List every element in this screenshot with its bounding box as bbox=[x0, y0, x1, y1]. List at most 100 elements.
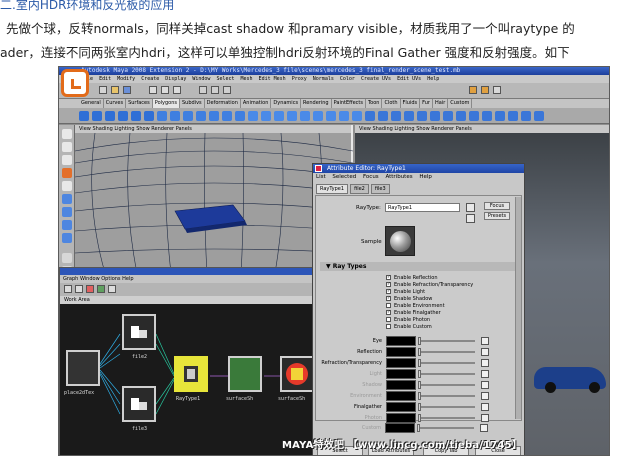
menu-item[interactable]: Create UVs bbox=[361, 76, 391, 82]
uv-editor-icon[interactable] bbox=[495, 111, 505, 121]
color-swatch[interactable] bbox=[385, 423, 415, 433]
color-swatch[interactable] bbox=[386, 358, 416, 368]
viewport-menu-item[interactable]: Shading bbox=[92, 126, 112, 132]
shelf-tab-deformation[interactable]: Deformation bbox=[205, 99, 241, 108]
snap-point-icon[interactable] bbox=[223, 86, 231, 94]
smooth-icon[interactable] bbox=[261, 111, 271, 121]
viewport-menu-item[interactable]: Show bbox=[136, 126, 150, 132]
poly-torus-icon[interactable] bbox=[144, 111, 154, 121]
map-texture-button[interactable] bbox=[481, 348, 489, 356]
attr-menu-item[interactable]: Help bbox=[419, 174, 432, 180]
map-texture-button[interactable] bbox=[480, 424, 488, 432]
checkbox-enable-refraction[interactable]: ✓ Enable Refraction/Transparency bbox=[386, 282, 473, 289]
ipr-render-icon[interactable] bbox=[481, 86, 489, 94]
menu-item[interactable]: Mesh bbox=[241, 76, 253, 82]
attr-menu-item[interactable]: Focus bbox=[363, 174, 379, 180]
combine-icon[interactable] bbox=[222, 111, 232, 121]
viewport-menu-item[interactable]: View bbox=[79, 126, 91, 132]
menu-item[interactable]: Normals bbox=[313, 76, 334, 82]
presets-button[interactable]: Presets bbox=[484, 212, 510, 220]
delete-edge-icon[interactable] bbox=[430, 111, 440, 121]
slider-track[interactable] bbox=[419, 340, 475, 342]
reverse-normals-icon[interactable] bbox=[521, 111, 531, 121]
poly-cube-icon[interactable] bbox=[92, 111, 102, 121]
slider-handle[interactable] bbox=[418, 403, 421, 411]
shelf-tab-fur[interactable]: Fur bbox=[420, 99, 433, 108]
poly-cone-icon[interactable] bbox=[118, 111, 128, 121]
attr-menu-item[interactable]: Attributes bbox=[385, 174, 412, 180]
snap-grid-icon[interactable] bbox=[199, 86, 207, 94]
bridge-icon[interactable] bbox=[313, 111, 323, 121]
shelf-tab-fluids[interactable]: Fluids bbox=[401, 99, 421, 108]
insert-edge-loop-icon[interactable] bbox=[365, 111, 375, 121]
mirror-icon[interactable] bbox=[287, 111, 297, 121]
extract-icon[interactable] bbox=[248, 111, 258, 121]
menu-item[interactable]: Create bbox=[141, 76, 159, 82]
place2dtexture-node[interactable] bbox=[66, 350, 100, 386]
clear-graph-icon[interactable] bbox=[75, 285, 83, 293]
map-texture-button[interactable] bbox=[481, 359, 489, 367]
viewport-menu-item[interactable]: Lighting bbox=[114, 126, 134, 132]
menu-item[interactable]: Edit Mesh bbox=[259, 76, 286, 82]
move-tool-icon[interactable] bbox=[62, 168, 72, 178]
raytype-name-field[interactable]: RayType1 bbox=[385, 203, 460, 212]
poly-cylinder-icon[interactable] bbox=[105, 111, 115, 121]
shelf-tab-cloth[interactable]: Cloth bbox=[382, 99, 401, 108]
work-area-tab[interactable]: Work Area bbox=[60, 296, 318, 304]
poly-pipe-icon[interactable] bbox=[183, 111, 193, 121]
menu-item[interactable]: Edit bbox=[99, 76, 111, 82]
viewport-menu-item[interactable]: Renderer bbox=[151, 126, 174, 132]
shelf-tab-general[interactable]: General bbox=[79, 99, 104, 108]
scale-tool-icon[interactable] bbox=[62, 194, 72, 204]
input-connections-icon[interactable] bbox=[86, 285, 94, 293]
lasso-tool-icon[interactable] bbox=[62, 142, 72, 152]
slider-handle[interactable] bbox=[418, 359, 421, 367]
file3-node[interactable] bbox=[122, 386, 156, 422]
rotate-tool-icon[interactable] bbox=[62, 181, 72, 191]
file2-node[interactable] bbox=[122, 314, 156, 350]
output-connections-icon[interactable] bbox=[466, 214, 475, 223]
color-swatch[interactable] bbox=[386, 380, 416, 390]
menu-item[interactable]: Window bbox=[192, 76, 210, 82]
graph-icon[interactable] bbox=[64, 285, 72, 293]
separate-icon[interactable] bbox=[235, 111, 245, 121]
color-swatch[interactable] bbox=[386, 402, 416, 412]
slider-track[interactable] bbox=[419, 362, 475, 364]
layout-single-icon[interactable] bbox=[62, 253, 72, 263]
manipulator-tool-icon[interactable] bbox=[62, 207, 72, 217]
hypershade-menu-item[interactable]: Options bbox=[101, 276, 120, 282]
focus-button[interactable]: Focus bbox=[484, 202, 510, 210]
color-swatch[interactable] bbox=[386, 413, 416, 423]
hypershade-menu-item[interactable]: Graph bbox=[63, 276, 78, 282]
viewport-menu-item[interactable]: Panels bbox=[176, 126, 192, 132]
shelf-tab-animation[interactable]: Animation bbox=[241, 99, 272, 108]
shelf-tab-rendering[interactable]: Rendering bbox=[301, 99, 332, 108]
poly-pyramid-icon[interactable] bbox=[170, 111, 180, 121]
slider-track[interactable] bbox=[419, 373, 475, 375]
menu-item[interactable]: Display bbox=[165, 76, 186, 82]
menu-item[interactable]: Color bbox=[340, 76, 355, 82]
map-texture-button[interactable] bbox=[481, 403, 489, 411]
slider-handle[interactable] bbox=[417, 424, 420, 432]
map-texture-button[interactable] bbox=[481, 381, 489, 389]
attr-menu-item[interactable]: Selected bbox=[332, 174, 356, 180]
poly-soccer-ball-icon[interactable] bbox=[209, 111, 219, 121]
checkbox-enable-photon[interactable]: Enable Photon bbox=[386, 317, 430, 324]
menu-item[interactable]: Modify bbox=[117, 76, 135, 82]
slider-track[interactable] bbox=[419, 351, 475, 353]
slider-track[interactable] bbox=[419, 395, 475, 397]
normals-icon[interactable] bbox=[508, 111, 518, 121]
shelf-tab-toon[interactable]: Toon bbox=[366, 99, 383, 108]
menu-item[interactable]: Edit UVs bbox=[397, 76, 421, 82]
menu-item[interactable]: Help bbox=[427, 76, 439, 82]
hypershade-menu-item[interactable]: Window bbox=[80, 276, 100, 282]
shelf-tab-curves[interactable]: Curves bbox=[104, 99, 127, 108]
fill-hole-icon[interactable] bbox=[339, 111, 349, 121]
hypershade-menu-item[interactable]: Help bbox=[122, 276, 133, 282]
split-icon[interactable] bbox=[352, 111, 362, 121]
collapse-icon[interactable] bbox=[417, 111, 427, 121]
map-texture-button[interactable] bbox=[481, 392, 489, 400]
uv-cylindrical-icon[interactable] bbox=[456, 111, 466, 121]
uv-planar-icon[interactable] bbox=[443, 111, 453, 121]
select-tool-icon[interactable] bbox=[62, 129, 72, 139]
